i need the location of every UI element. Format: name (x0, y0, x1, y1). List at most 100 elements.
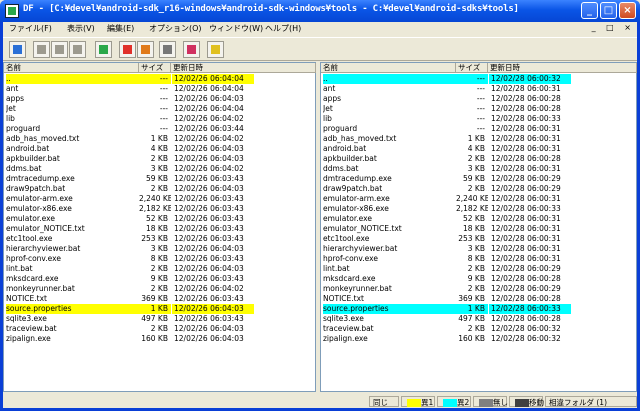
file-row[interactable]: mksdcard.exe 9 KB 12/02/26 06:03:43 (4, 274, 315, 284)
right-pane[interactable]: 名前 サイズ 更新日時 .. --- 12/02/28 06:00:32 ant ---… (320, 62, 637, 392)
file-row[interactable]: zipalign.exe 160 KB 12/02/28 06:00:32 (321, 334, 636, 344)
column-name[interactable]: 名前 (4, 63, 139, 73)
column-size[interactable]: サイズ (139, 63, 171, 73)
file-row[interactable]: emulator-x86.exe 2,182 KB 12/02/26 06:03:4… (4, 204, 315, 214)
mdi-window-buttons[interactable]: _ □ × (592, 23, 635, 32)
file-row[interactable]: Jet --- 12/02/28 06:00:28 (321, 104, 636, 114)
file-row[interactable]: .. --- 12/02/28 06:00:32 (321, 74, 636, 84)
next-diff-button[interactable] (137, 41, 154, 58)
file-row[interactable]: ddms.bat 3 KB 12/02/28 06:00:31 (321, 164, 636, 174)
menu-file[interactable]: ファイル(F) (9, 23, 52, 34)
file-row[interactable]: lint.bat 2 KB 12/02/28 06:00:29 (321, 264, 636, 274)
file-row[interactable]: apps --- 12/02/26 06:04:03 (4, 94, 315, 104)
file-row[interactable]: emulator-arm.exe 2,240 KB 12/02/28 06:00:3… (321, 194, 636, 204)
file-row[interactable]: hprof-conv.exe 8 KB 12/02/28 06:00:31 (321, 254, 636, 264)
file-row[interactable]: android.bat 4 KB 12/02/26 06:04:03 (4, 144, 315, 154)
file-name: proguard (323, 124, 358, 133)
file-row[interactable]: hprof-conv.exe 8 KB 12/02/26 06:03:43 (4, 254, 315, 264)
file-row[interactable]: emulator_NOTICE.txt 18 KB 12/02/28 06:00:3… (321, 224, 636, 234)
close-button[interactable]: × (619, 2, 636, 19)
file-row[interactable]: source.properties 1 KB 12/02/28 06:00:33 (321, 304, 636, 314)
file-row[interactable]: android.bat 4 KB 12/02/28 06:00:31 (321, 144, 636, 154)
column-date[interactable]: 更新日時 (488, 63, 637, 73)
file-row[interactable]: zipalign.exe 160 KB 12/02/26 06:04:03 (4, 334, 315, 344)
file-date: 12/02/28 06:00:28 (491, 314, 561, 323)
left-pane[interactable]: 名前 サイズ 更新日時 .. --- 12/02/26 06:04:04 ant ---… (3, 62, 316, 392)
title-bar[interactable]: DF - [C:¥devel¥android-sdk_r16-windows¥a… (0, 0, 640, 22)
file-row[interactable]: draw9patch.bat 2 KB 12/02/28 06:00:29 (321, 184, 636, 194)
file-row[interactable]: emulator-x86.exe 2,182 KB 12/02/28 06:00:3… (321, 204, 636, 214)
file-name: draw9patch.bat (6, 184, 66, 193)
refresh-button[interactable] (95, 41, 112, 58)
file-row[interactable]: hierarchyviewer.bat 3 KB 12/02/28 06:00:31 (321, 244, 636, 254)
file-row[interactable]: etc1tool.exe 253 KB 12/02/28 06:00:31 (321, 234, 636, 244)
help-button[interactable] (207, 41, 224, 58)
file-row[interactable]: proguard --- 12/02/28 06:00:31 (321, 124, 636, 134)
file-row[interactable]: apkbuilder.bat 2 KB 12/02/26 06:04:03 (4, 154, 315, 164)
copy-right-button[interactable] (33, 41, 50, 58)
file-row[interactable]: adb_has_moved.txt 1 KB 12/02/28 06:00:31 (321, 134, 636, 144)
file-row[interactable]: lint.bat 2 KB 12/02/26 06:04:03 (4, 264, 315, 274)
file-row[interactable]: adb_has_moved.txt 1 KB 12/02/26 06:04:02 (4, 134, 315, 144)
file-row[interactable]: monkeyrunner.bat 2 KB 12/02/26 06:04:02 (4, 284, 315, 294)
file-row[interactable]: emulator-arm.exe 2,240 KB 12/02/26 06:03:4… (4, 194, 315, 204)
menu-window[interactable]: ウィンドウ(W) (209, 23, 263, 34)
file-row[interactable]: dmtracedump.exe 59 KB 12/02/28 06:00:29 (321, 174, 636, 184)
file-row[interactable]: apps --- 12/02/28 06:00:28 (321, 94, 636, 104)
sync-button[interactable] (69, 41, 86, 58)
file-row[interactable]: emulator.exe 52 KB 12/02/26 06:03:43 (4, 214, 315, 224)
minimize-button[interactable]: _ (581, 2, 598, 19)
file-row[interactable]: ddms.bat 3 KB 12/02/26 06:04:02 (4, 164, 315, 174)
file-row[interactable]: mksdcard.exe 9 KB 12/02/28 06:00:28 (321, 274, 636, 284)
split-button[interactable] (183, 41, 200, 58)
file-row[interactable]: dmtracedump.exe 59 KB 12/02/26 06:03:43 (4, 174, 315, 184)
file-row[interactable]: proguard --- 12/02/26 06:03:44 (4, 124, 315, 134)
prev-diff-icon (123, 45, 132, 54)
file-row[interactable]: ant --- 12/02/26 06:04:04 (4, 84, 315, 94)
menu-help[interactable]: ヘルプ(H) (265, 23, 301, 34)
file-row[interactable]: traceview.bat 2 KB 12/02/28 06:00:32 (321, 324, 636, 334)
file-row[interactable]: sqlite3.exe 497 KB 12/02/28 06:00:28 (321, 314, 636, 324)
menu-options[interactable]: オプション(O) (149, 23, 202, 34)
file-date: 12/02/28 06:00:31 (491, 194, 561, 203)
file-name: emulator.exe (323, 214, 372, 223)
file-row[interactable]: ant --- 12/02/28 06:00:31 (321, 84, 636, 94)
file-row[interactable]: monkeyrunner.bat 2 KB 12/02/28 06:00:29 (321, 284, 636, 294)
file-row[interactable]: source.properties 1 KB 12/02/26 06:04:03 (4, 304, 315, 314)
file-row[interactable]: apkbuilder.bat 2 KB 12/02/28 06:00:28 (321, 154, 636, 164)
column-date[interactable]: 更新日時 (171, 63, 316, 73)
file-row[interactable]: etc1tool.exe 253 KB 12/02/26 06:03:43 (4, 234, 315, 244)
file-row[interactable]: draw9patch.bat 2 KB 12/02/26 06:04:03 (4, 184, 315, 194)
file-row[interactable]: hierarchyviewer.bat 3 KB 12/02/26 06:04:03 (4, 244, 315, 254)
file-row[interactable]: .. --- 12/02/26 06:04:04 (4, 74, 315, 84)
menu-view[interactable]: 表示(V) (67, 23, 95, 34)
copy-left-button[interactable] (51, 41, 68, 58)
compare-button[interactable] (9, 41, 26, 58)
maximize-button[interactable]: □ (600, 2, 617, 19)
app-icon[interactable] (5, 4, 19, 18)
file-row[interactable]: NOTICE.txt 369 KB 12/02/28 06:00:28 (321, 294, 636, 304)
file-date: 12/02/26 06:04:03 (174, 154, 244, 163)
column-name[interactable]: 名前 (321, 63, 456, 73)
menu-edit[interactable]: 編集(E) (107, 23, 134, 34)
file-row[interactable]: traceview.bat 2 KB 12/02/26 06:04:03 (4, 324, 315, 334)
file-row[interactable]: emulator.exe 52 KB 12/02/28 06:00:31 (321, 214, 636, 224)
prev-diff-button[interactable] (119, 41, 136, 58)
status-label: 移動 (529, 398, 544, 407)
file-name: monkeyrunner.bat (6, 284, 75, 293)
file-row[interactable]: emulator_NOTICE.txt 18 KB 12/02/26 06:03:4… (4, 224, 315, 234)
file-row[interactable]: lib --- 12/02/28 06:00:33 (321, 114, 636, 124)
file-row[interactable]: NOTICE.txt 369 KB 12/02/26 06:03:43 (4, 294, 315, 304)
file-name: adb_has_moved.txt (6, 134, 80, 143)
file-row[interactable]: Jet --- 12/02/26 06:04:04 (4, 104, 315, 114)
file-date: 12/02/28 06:00:31 (491, 224, 561, 233)
column-size[interactable]: サイズ (456, 63, 488, 73)
file-name: mksdcard.exe (6, 274, 59, 283)
window-button[interactable] (159, 41, 176, 58)
file-row[interactable]: lib --- 12/02/26 06:04:02 (4, 114, 315, 124)
file-date: 12/02/28 06:00:31 (491, 164, 561, 173)
file-size: --- (476, 114, 485, 123)
status-bar: 同じ 異1 異2 無し 移動 相違フォルダ (1) (3, 395, 637, 408)
file-date: 12/02/26 06:04:02 (174, 134, 244, 143)
file-row[interactable]: sqlite3.exe 497 KB 12/02/26 06:03:43 (4, 314, 315, 324)
